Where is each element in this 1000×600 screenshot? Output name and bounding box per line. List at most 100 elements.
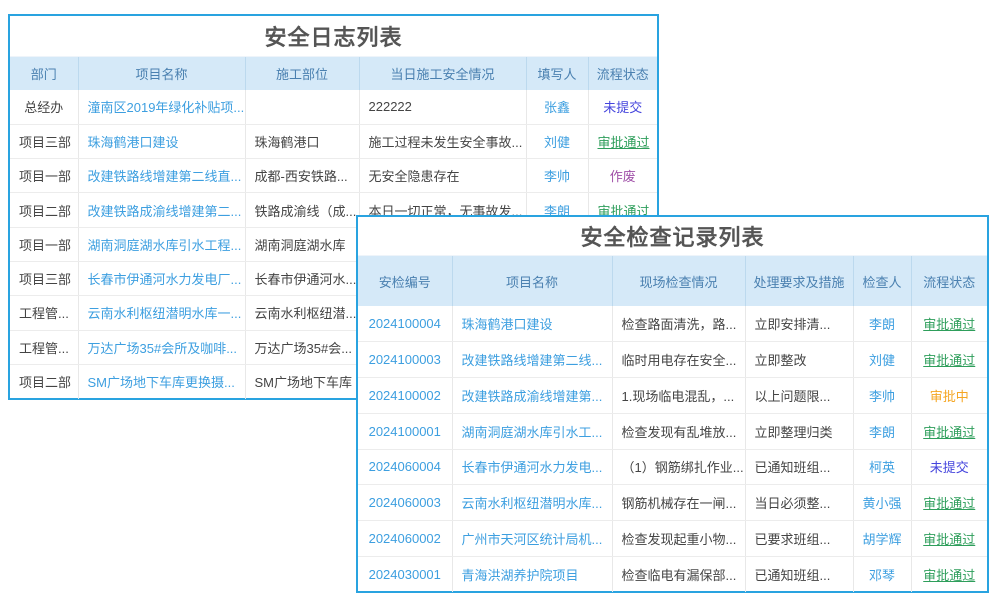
inspection-number-cell[interactable]: 2024100001 bbox=[358, 413, 452, 449]
daily-safety-situation-cell: 222222 bbox=[359, 90, 526, 124]
handling-requirements-cell: 已通知班组... bbox=[745, 449, 853, 485]
flow-status-cell[interactable]: 审批通过 bbox=[911, 521, 987, 557]
project-name-link[interactable]: 珠海鹤港口建设 bbox=[88, 135, 179, 150]
status-text[interactable]: 审批通过 bbox=[923, 425, 975, 440]
project-name-cell[interactable]: 湖南洞庭湖水库引水工... bbox=[452, 413, 612, 449]
inspection-number-link[interactable]: 2024060004 bbox=[369, 459, 441, 474]
filler-cell[interactable]: 张鑫 bbox=[526, 90, 588, 124]
inspector-link[interactable]: 李朗 bbox=[869, 317, 895, 332]
status-text[interactable]: 审批通过 bbox=[923, 532, 975, 547]
inspection-number-cell[interactable]: 2024100002 bbox=[358, 378, 452, 414]
inspection-number-link[interactable]: 2024100001 bbox=[369, 424, 441, 439]
project-name-link[interactable]: 云南水利枢纽潜明水库一... bbox=[88, 306, 242, 321]
inspection-number-link[interactable]: 2024060002 bbox=[369, 531, 441, 546]
inspection-number-cell[interactable]: 2024060002 bbox=[358, 521, 452, 557]
project-name-cell[interactable]: 珠海鹤港口建设 bbox=[78, 124, 245, 158]
inspection-number-link[interactable]: 2024060003 bbox=[369, 495, 441, 510]
status-text[interactable]: 审批通过 bbox=[598, 135, 650, 150]
project-name-cell[interactable]: 青海洪湖养护院项目 bbox=[452, 556, 612, 592]
project-name-cell[interactable]: 长春市伊通河水力发电厂... bbox=[78, 261, 245, 295]
project-name-link[interactable]: 改建铁路成渝线增建第... bbox=[462, 389, 603, 404]
column-header-project-name: 项目名称 bbox=[78, 57, 245, 90]
inspector-link[interactable]: 胡学辉 bbox=[863, 532, 902, 547]
department-cell: 总经办 bbox=[10, 90, 78, 124]
flow-status-cell[interactable]: 审批通过 bbox=[588, 124, 657, 158]
project-name-cell[interactable]: 改建铁路成渝线增建第... bbox=[452, 378, 612, 414]
handling-requirements-cell: 已通知班组... bbox=[745, 556, 853, 592]
flow-status-cell[interactable]: 审批通过 bbox=[911, 485, 987, 521]
table-row: 2024060003云南水利枢纽潜明水库...钢筋机械存在一闸...当日必须整.… bbox=[358, 485, 987, 521]
inspector-link[interactable]: 邓琴 bbox=[869, 568, 895, 583]
filler-link[interactable]: 张鑫 bbox=[544, 100, 570, 115]
project-name-link[interactable]: 广州市天河区统计局机... bbox=[462, 532, 603, 547]
project-name-link[interactable]: 湖南洞庭湖水库引水工... bbox=[462, 425, 603, 440]
project-name-cell[interactable]: 万达广场35#会所及咖啡... bbox=[78, 330, 245, 364]
project-name-cell[interactable]: 改建铁路线增建第二线直... bbox=[78, 159, 245, 193]
project-name-cell[interactable]: 广州市天河区统计局机... bbox=[452, 521, 612, 557]
project-name-link[interactable]: 云南水利枢纽潜明水库... bbox=[462, 496, 603, 511]
inspector-cell[interactable]: 黄小强 bbox=[853, 485, 911, 521]
inspector-link[interactable]: 黄小强 bbox=[863, 496, 902, 511]
project-name-link[interactable]: 青海洪湖养护院项目 bbox=[462, 568, 579, 583]
inspector-cell[interactable]: 胡学辉 bbox=[853, 521, 911, 557]
project-name-cell[interactable]: 改建铁路线增建第二线... bbox=[452, 342, 612, 378]
inspection-number-cell[interactable]: 2024060003 bbox=[358, 485, 452, 521]
project-name-link[interactable]: 万达广场35#会所及咖啡... bbox=[88, 341, 238, 356]
inspection-number-cell[interactable]: 2024100003 bbox=[358, 342, 452, 378]
project-name-link[interactable]: SM广场地下车库更换摄... bbox=[88, 375, 235, 390]
site-inspection-situation-text: 临时用电存在安全... bbox=[622, 353, 737, 368]
flow-status-cell[interactable]: 审批通过 bbox=[911, 306, 987, 342]
project-name-link[interactable]: 长春市伊通河水力发电... bbox=[462, 460, 603, 475]
flow-status-cell[interactable]: 审批通过 bbox=[911, 556, 987, 592]
inspector-cell[interactable]: 李帅 bbox=[853, 378, 911, 414]
project-name-link[interactable]: 湖南洞庭湖水库引水工程... bbox=[88, 238, 242, 253]
inspection-number-link[interactable]: 2024030001 bbox=[369, 567, 441, 582]
inspector-cell[interactable]: 刘健 bbox=[853, 342, 911, 378]
project-name-link[interactable]: 改建铁路成渝线增建第二... bbox=[88, 204, 242, 219]
inspector-link[interactable]: 柯英 bbox=[869, 460, 895, 475]
project-name-cell[interactable]: 云南水利枢纽潜明水库... bbox=[452, 485, 612, 521]
inspector-cell[interactable]: 李朗 bbox=[853, 413, 911, 449]
inspection-number-cell[interactable]: 2024100004 bbox=[358, 306, 452, 342]
inspection-number-link[interactable]: 2024100004 bbox=[369, 316, 441, 331]
inspector-cell[interactable]: 邓琴 bbox=[853, 556, 911, 592]
inspection-number-cell[interactable]: 2024030001 bbox=[358, 556, 452, 592]
inspector-link[interactable]: 刘健 bbox=[869, 353, 895, 368]
status-text[interactable]: 审批通过 bbox=[923, 496, 975, 511]
department-text: 项目二部 bbox=[19, 204, 71, 219]
project-name-link[interactable]: 改建铁路线增建第二线... bbox=[462, 353, 603, 368]
project-name-cell[interactable]: 湖南洞庭湖水库引水工程... bbox=[78, 227, 245, 261]
construction-part-text: 长春市伊通河水... bbox=[255, 272, 357, 287]
project-name-cell[interactable]: SM广场地下车库更换摄... bbox=[78, 364, 245, 398]
project-name-link[interactable]: 改建铁路线增建第二线直... bbox=[88, 169, 242, 184]
project-name-link[interactable]: 长春市伊通河水力发电厂... bbox=[88, 272, 242, 287]
filler-link[interactable]: 李帅 bbox=[544, 169, 570, 184]
inspector-link[interactable]: 李帅 bbox=[869, 389, 895, 404]
project-name-cell[interactable]: 改建铁路成渝线增建第二... bbox=[78, 193, 245, 227]
flow-status-cell[interactable]: 审批通过 bbox=[911, 342, 987, 378]
project-name-cell[interactable]: 长春市伊通河水力发电... bbox=[452, 449, 612, 485]
project-name-link[interactable]: 潼南区2019年绿化补贴项... bbox=[88, 100, 245, 115]
project-name-link[interactable]: 珠海鹤港口建设 bbox=[462, 317, 553, 332]
inspector-cell[interactable]: 李朗 bbox=[853, 306, 911, 342]
department-cell: 工程管... bbox=[10, 296, 78, 330]
inspection-number-cell[interactable]: 2024060004 bbox=[358, 449, 452, 485]
inspection-number-link[interactable]: 2024100002 bbox=[369, 388, 441, 403]
filler-link[interactable]: 刘健 bbox=[544, 135, 570, 150]
filler-cell[interactable]: 李帅 bbox=[526, 159, 588, 193]
site-inspection-situation-cell: 检查发现起重小物... bbox=[612, 521, 745, 557]
construction-part-cell: 万达广场35#会... bbox=[245, 330, 359, 364]
inspector-cell[interactable]: 柯英 bbox=[853, 449, 911, 485]
site-inspection-situation-cell: 临时用电存在安全... bbox=[612, 342, 745, 378]
construction-part-cell: 云南水利枢纽潜... bbox=[245, 296, 359, 330]
flow-status-cell[interactable]: 审批通过 bbox=[911, 413, 987, 449]
filler-cell[interactable]: 刘健 bbox=[526, 124, 588, 158]
inspection-number-link[interactable]: 2024100003 bbox=[369, 352, 441, 367]
project-name-cell[interactable]: 潼南区2019年绿化补贴项... bbox=[78, 90, 245, 124]
inspector-link[interactable]: 李朗 bbox=[869, 425, 895, 440]
status-text[interactable]: 审批通过 bbox=[923, 568, 975, 583]
status-text[interactable]: 审批通过 bbox=[923, 353, 975, 368]
status-text[interactable]: 审批通过 bbox=[923, 317, 975, 332]
project-name-cell[interactable]: 珠海鹤港口建设 bbox=[452, 306, 612, 342]
project-name-cell[interactable]: 云南水利枢纽潜明水库一... bbox=[78, 296, 245, 330]
